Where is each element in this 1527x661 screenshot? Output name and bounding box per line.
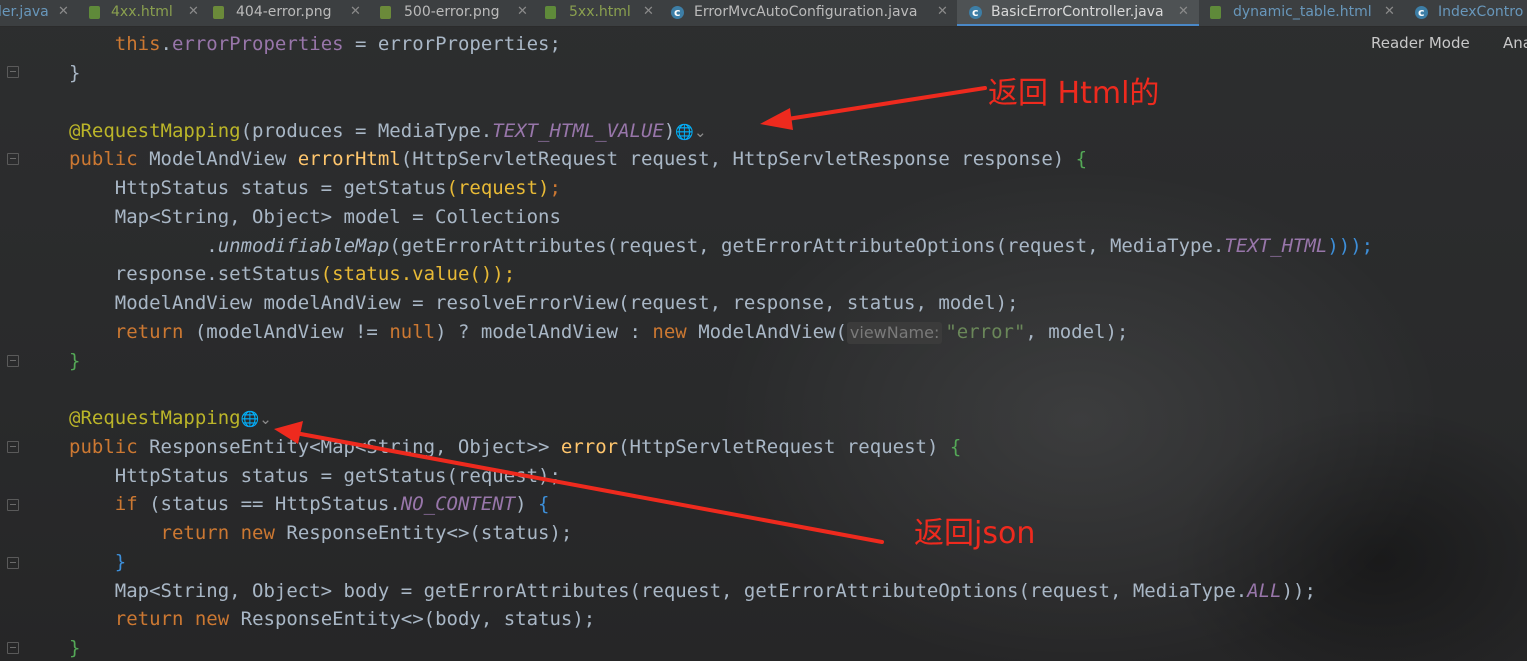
code-line: if (status == HttpStatus.NO_CONTENT) { xyxy=(114,493,550,515)
code-line: @RequestMapping🌐⌄ xyxy=(69,407,272,429)
image-file-icon xyxy=(380,6,391,19)
tab-4xx-html[interactable]: 4xx.html ✕ xyxy=(85,0,207,26)
code-line: @RequestMapping(produces = MediaType.TEX… xyxy=(69,120,707,142)
code-line: } xyxy=(69,637,81,659)
reader-mode-button[interactable]: Reader Mode xyxy=(1371,34,1470,52)
code-line: this.errorProperties = errorProperties; xyxy=(114,33,561,55)
code-line: public ModelAndView errorHtml(HttpServle… xyxy=(69,148,1088,170)
close-icon[interactable]: ✕ xyxy=(58,0,69,24)
code-line: return (modelAndView != null) ? modelAnd… xyxy=(114,321,1129,344)
code-line: Map<String, Object> model = Collections xyxy=(114,206,561,228)
annotation-json-label: 返回json xyxy=(914,516,1036,551)
editor-tab-bar: ler.java ✕ 4xx.html ✕ 404-error.png ✕ 50… xyxy=(0,0,1527,27)
tab-label: BasicErrorController.java xyxy=(991,4,1164,20)
annotation-html-label: 返回 Html的 xyxy=(988,76,1160,111)
code-line: } xyxy=(69,350,81,372)
web-endpoint-icon[interactable]: 🌐 xyxy=(241,410,260,428)
tab-ler-java[interactable]: ler.java ✕ xyxy=(0,0,85,26)
chevron-down-icon[interactable]: ⌄ xyxy=(259,410,272,428)
image-file-icon xyxy=(213,6,224,19)
tab-500-error-png[interactable]: 500-error.png ✕ xyxy=(372,0,540,26)
close-icon[interactable]: ✕ xyxy=(1178,0,1189,24)
fold-marker-icon[interactable] xyxy=(7,557,19,569)
tab-dynamic-table-html[interactable]: dynamic_table.html ✕ xyxy=(1201,0,1406,26)
analysis-button[interactable]: Ana xyxy=(1503,34,1527,52)
java-class-icon xyxy=(1415,1,1428,25)
code-line: HttpStatus status = getStatus(request); xyxy=(114,465,561,487)
tab-label: dynamic_table.html xyxy=(1233,4,1372,20)
tab-label: IndexContro xyxy=(1438,4,1524,20)
tab-label: 500-error.png xyxy=(404,4,500,20)
code-line: ModelAndView modelAndView = resolveError… xyxy=(114,292,1019,314)
fold-marker-icon[interactable] xyxy=(7,642,19,654)
code-line: return new ResponseEntity<>(status); xyxy=(160,522,573,544)
tab-indexcontroller-java[interactable]: IndexContro xyxy=(1406,0,1527,26)
code-line: return new ResponseEntity<>(body, status… xyxy=(114,608,596,630)
java-class-icon xyxy=(671,1,684,25)
fold-marker-icon[interactable] xyxy=(7,355,19,367)
code-line: Map<String, Object> body = getErrorAttri… xyxy=(114,580,1316,602)
tab-label: 404-error.png xyxy=(236,4,332,20)
tab-label: ler.java xyxy=(0,4,49,20)
close-icon[interactable]: ✕ xyxy=(643,0,654,24)
parameter-hint: viewName: xyxy=(846,322,943,344)
web-endpoint-icon[interactable]: 🌐 xyxy=(675,123,694,141)
tab-errormvcautoconfiguration-java[interactable]: ErrorMvcAutoConfiguration.java ✕ xyxy=(665,0,955,26)
tab-basicerrorcontroller-java[interactable]: BasicErrorController.java ✕ xyxy=(957,0,1199,26)
fold-marker-icon[interactable] xyxy=(7,441,19,453)
close-icon[interactable]: ✕ xyxy=(1384,0,1395,24)
code-line: HttpStatus status = getStatus(request); xyxy=(114,177,561,199)
tab-label: 4xx.html xyxy=(111,4,173,20)
chevron-down-icon[interactable]: ⌄ xyxy=(694,123,707,141)
code-line: } xyxy=(114,551,127,573)
tab-404-error-png[interactable]: 404-error.png ✕ xyxy=(207,0,372,26)
code-line: .unmodifiableMap(getErrorAttributes(requ… xyxy=(206,235,1374,257)
close-icon[interactable]: ✕ xyxy=(188,0,199,24)
code-line: public ResponseEntity<Map<String, Object… xyxy=(69,436,962,458)
fold-marker-icon[interactable] xyxy=(7,66,19,78)
fold-marker-icon[interactable] xyxy=(7,153,19,165)
fold-marker-icon[interactable] xyxy=(7,499,19,511)
tab-5xx-html[interactable]: 5xx.html ✕ xyxy=(540,0,665,26)
close-icon[interactable]: ✕ xyxy=(937,0,948,24)
tab-label: ErrorMvcAutoConfiguration.java xyxy=(694,4,918,20)
html-file-icon xyxy=(545,6,556,19)
code-line: } xyxy=(69,62,81,84)
java-class-icon xyxy=(969,1,982,25)
close-icon[interactable]: ✕ xyxy=(350,0,361,24)
code-line: response.setStatus(status.value()); xyxy=(114,263,516,285)
html-file-icon xyxy=(1210,6,1221,19)
close-icon[interactable]: ✕ xyxy=(517,0,528,24)
html-file-icon xyxy=(89,6,100,19)
tab-label: 5xx.html xyxy=(569,4,631,20)
